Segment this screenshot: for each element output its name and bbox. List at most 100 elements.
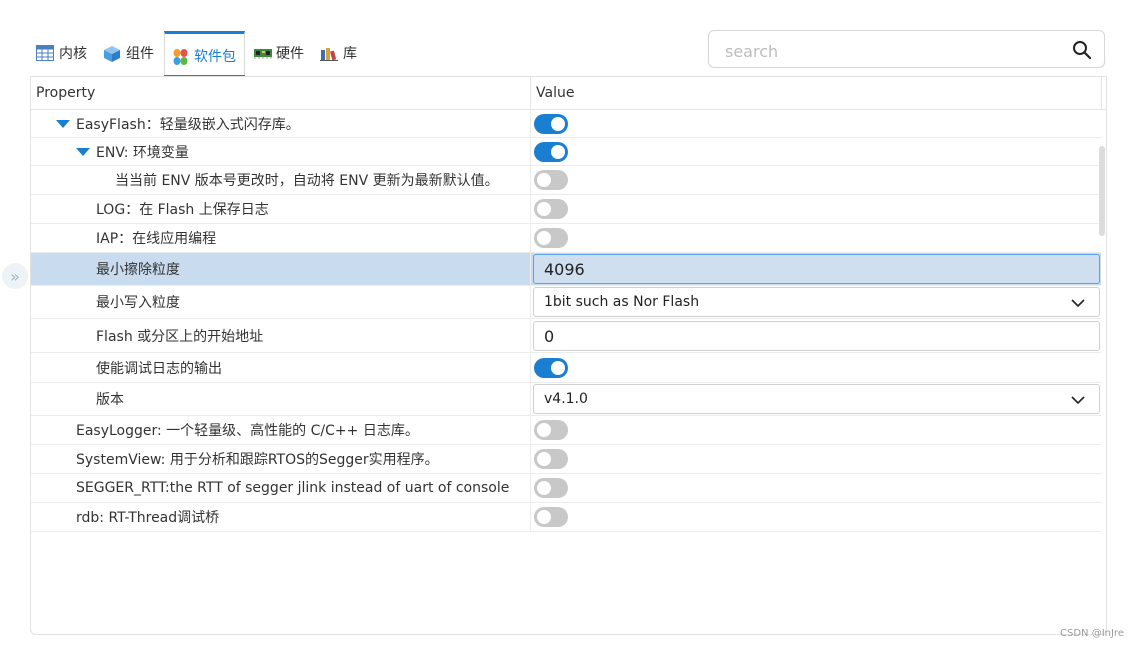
row-label: 最小写入粒度 [96, 295, 180, 311]
cell-divider [530, 253, 531, 285]
cell-divider [530, 474, 531, 502]
toggle-switch[interactable] [534, 113, 568, 134]
toggle-knob [537, 423, 551, 437]
select-value: 1bit such as Nor Flash [544, 294, 700, 310]
property-grid: Property Value EasyFlash：轻量级嵌入式闪存库。 ENV:… [30, 76, 1107, 635]
toggle-knob [537, 481, 551, 495]
cell-divider [530, 319, 531, 352]
property-row-env[interactable]: ENV: 环境变量 [31, 138, 1101, 166]
property-row-env-auto-update[interactable]: 当当前 ENV 版本号更改时，自动将 ENV 更新为最新默认值。 [31, 166, 1101, 195]
value-input[interactable]: 4096 [533, 254, 1100, 284]
cell-divider [530, 110, 531, 137]
cell-divider [530, 445, 531, 473]
property-row-version[interactable]: 版本 v4.1.0 [31, 383, 1101, 416]
column-divider[interactable] [530, 77, 531, 109]
tab-bar: 内核 组件 软件包 硬件 库 [30, 30, 367, 78]
search-box [708, 30, 1105, 68]
cell-divider [530, 138, 531, 165]
toggle-switch[interactable] [534, 478, 568, 498]
row-label: 版本 [96, 392, 124, 408]
toggle-knob [537, 510, 551, 524]
row-label: EasyFlash：轻量级嵌入式闪存库。 [76, 116, 300, 133]
tab-label: 组件 [126, 46, 154, 62]
chevron-down-icon [1071, 393, 1085, 407]
property-row-rdb[interactable]: rdb: RT-Thread调试桥 [31, 503, 1101, 532]
row-label: LOG：在 Flash 上保存日志 [96, 202, 269, 218]
toggle-knob [537, 231, 551, 245]
cell-divider [530, 286, 531, 318]
expand-triangle-icon[interactable] [76, 147, 90, 156]
row-label: ENV: 环境变量 [96, 144, 189, 161]
column-divider [1101, 77, 1102, 109]
row-label: SEGGER_RTT:the RTT of segger jlink inste… [76, 480, 510, 496]
library-icon [320, 45, 338, 61]
cell-divider [530, 416, 531, 444]
row-label: SystemView: 用于分析和跟踪RTOS的Segger实用程序。 [76, 452, 439, 468]
chevron-down-icon [1071, 296, 1085, 310]
toggle-knob [551, 144, 565, 159]
row-label: 使能调试日志的输出 [96, 360, 222, 377]
toggle-switch[interactable] [534, 357, 568, 378]
tab-label: 硬件 [276, 46, 304, 62]
property-row-write-granularity[interactable]: 最小写入粒度 1bit such as Nor Flash [31, 286, 1101, 319]
watermark: CSDN @InJre [1060, 628, 1124, 639]
toggle-switch[interactable] [534, 507, 568, 527]
cell-divider [530, 224, 531, 252]
value-select[interactable]: v4.1.0 [533, 384, 1100, 414]
value-select[interactable]: 1bit such as Nor Flash [533, 287, 1100, 317]
vertical-scrollbar[interactable] [1099, 146, 1105, 236]
toggle-switch[interactable] [534, 199, 568, 219]
toggle-switch[interactable] [534, 170, 568, 190]
tab-hardware[interactable]: 硬件 [247, 30, 312, 76]
header-property: Property [36, 85, 96, 101]
packages-icon [171, 48, 189, 65]
search-input[interactable] [723, 40, 1057, 62]
toggle-switch[interactable] [534, 228, 568, 248]
property-row-segger-rtt[interactable]: SEGGER_RTT:the RTT of segger jlink inste… [31, 474, 1101, 503]
tab-components[interactable]: 组件 [97, 30, 162, 76]
tab-packages[interactable]: 软件包 [164, 31, 245, 78]
row-label: 最小擦除粒度 [96, 262, 180, 278]
header-value: Value [536, 85, 575, 101]
cell-divider [530, 353, 531, 382]
select-value: v4.1.0 [544, 391, 588, 407]
toggle-switch[interactable] [534, 420, 568, 440]
row-label: IAP：在线应用编程 [96, 231, 217, 247]
toggle-knob [551, 116, 565, 131]
table-icon [36, 45, 54, 61]
tab-label: 内核 [59, 46, 87, 62]
property-row-easylogger[interactable]: EasyLogger: 一个轻量级、高性能的 C/C++ 日志库。 [31, 416, 1101, 445]
toggle-knob [537, 173, 551, 187]
input-value: 0 [544, 326, 555, 346]
property-row-start-address[interactable]: Flash 或分区上的开始地址 0 [31, 319, 1101, 353]
tab-label: 软件包 [194, 48, 236, 65]
cell-divider [530, 166, 531, 194]
board-icon [253, 45, 272, 61]
row-label: EasyLogger: 一个轻量级、高性能的 C/C++ 日志库。 [76, 423, 419, 439]
toggle-knob [537, 452, 551, 466]
toggle-knob [551, 360, 565, 375]
toggle-switch[interactable] [534, 449, 568, 469]
value-input[interactable]: 0 [533, 320, 1100, 351]
property-row-iap[interactable]: IAP：在线应用编程 [31, 224, 1101, 253]
property-row-erase-granularity[interactable]: 最小擦除粒度 4096 [31, 253, 1101, 286]
tab-kernel[interactable]: 内核 [30, 30, 95, 76]
row-label: 当当前 ENV 版本号更改时，自动将 ENV 更新为最新默认值。 [115, 173, 499, 189]
expand-triangle-icon[interactable] [56, 119, 70, 128]
property-row-easyflash[interactable]: EasyFlash：轻量级嵌入式闪存库。 [31, 110, 1101, 138]
property-row-log[interactable]: LOG：在 Flash 上保存日志 [31, 195, 1101, 224]
cell-divider [530, 383, 531, 415]
cube-icon [103, 45, 121, 62]
tab-library[interactable]: 库 [314, 30, 365, 76]
grid-header: Property Value [31, 77, 1106, 110]
property-row-debug-log[interactable]: 使能调试日志的输出 [31, 353, 1101, 383]
expand-sidebar-icon[interactable]: » [2, 263, 28, 289]
row-label: Flash 或分区上的开始地址 [96, 328, 264, 345]
input-value: 4096 [544, 260, 585, 279]
cell-divider [530, 195, 531, 223]
toggle-switch[interactable] [534, 141, 568, 162]
toggle-knob [537, 202, 551, 216]
search-icon[interactable] [1072, 40, 1092, 60]
tab-label: 库 [343, 46, 357, 62]
property-row-systemview[interactable]: SystemView: 用于分析和跟踪RTOS的Segger实用程序。 [31, 445, 1101, 474]
